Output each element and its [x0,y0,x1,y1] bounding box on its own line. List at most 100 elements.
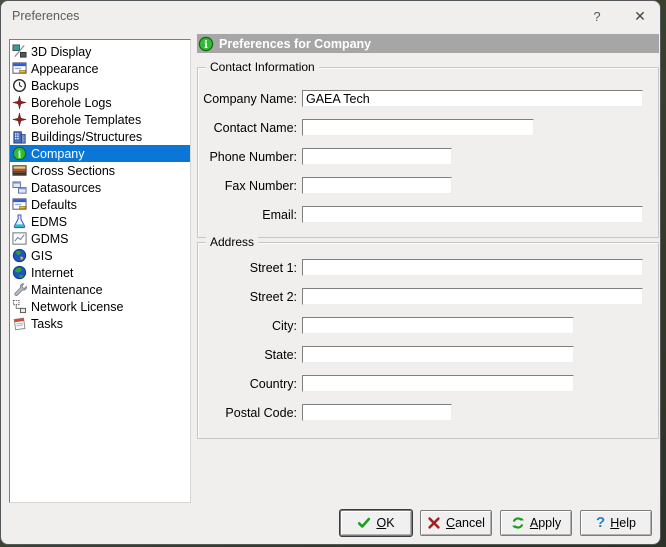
apply-button[interactable]: Apply [500,510,572,536]
sidebar-item-company[interactable]: i Company [10,145,190,162]
sidebar-item-borehole-templates[interactable]: Borehole Templates [10,111,190,128]
sidebar-item-borehole-logs[interactable]: Borehole Logs [10,94,190,111]
group-title: Contact Information [206,60,319,74]
state-label: State: [198,348,297,362]
sidebar-item-label: Defaults [31,198,77,212]
clock-icon [12,78,27,93]
titlebar-help-button[interactable]: ? [582,5,612,27]
cancel-button[interactable]: Cancel [420,510,492,536]
sidebar-item-label: Network License [31,300,123,314]
street_1-label: Street 1: [198,261,297,275]
button-label: Cancel [446,516,485,530]
sidebar-item-buildings-structures[interactable]: Buildings/Structures [10,128,190,145]
wrench-icon [12,282,27,297]
datasource-icon [12,180,27,195]
sidebar-item-label: Maintenance [31,283,103,297]
form-row: Country: [198,375,658,392]
form-row: Street 2: [198,288,658,305]
question-icon: ? [596,516,605,530]
street_2-label: Street 2: [198,290,297,304]
street_2-input[interactable] [302,288,643,305]
close-icon: ✕ [634,8,646,25]
sidebar-item-label: Borehole Templates [31,113,141,127]
line-chart-icon [12,231,27,246]
svg-text:i: i [204,40,208,51]
email-input[interactable] [302,206,643,223]
strata-icon [12,163,27,178]
refresh-icon [511,516,525,530]
group-title: Address [206,235,258,249]
sidebar-item-3d-display[interactable]: 3D Display [10,43,190,60]
sidebar-item-label: Backups [31,79,79,93]
sidebar-item-label: GDMS [31,232,69,246]
globe-icon [12,248,27,263]
form-row: State: [198,346,658,363]
sidebar-item-gis[interactable]: GIS [10,247,190,264]
sidebar-item-defaults[interactable]: Defaults [10,196,190,213]
contact_name-label: Contact Name: [198,121,297,135]
panel-header-title: Preferences for Company [219,37,371,51]
sidebar-item-edms[interactable]: EDMS [10,213,190,230]
sidebar-item-backups[interactable]: Backups [10,77,190,94]
question-icon: ? [593,9,600,24]
sidebar-item-tasks[interactable]: Tasks [10,315,190,332]
sidebar-item-maintenance[interactable]: Maintenance [10,281,190,298]
sidebar-item-label: EDMS [31,215,67,229]
street_1-input[interactable] [302,259,643,276]
phone_number-input[interactable] [302,148,452,165]
sidebar-item-network-license[interactable]: Network License [10,298,190,315]
sidebar-item-label: 3D Display [31,45,91,59]
fax_number-label: Fax Number: [198,179,297,193]
state-input[interactable] [302,346,574,363]
fax_number-input[interactable] [302,177,452,194]
sidebar-item-appearance[interactable]: Appearance [10,60,190,77]
phone_number-label: Phone Number: [198,150,297,164]
cross-icon [427,516,441,530]
sidebar-item-cross-sections[interactable]: Cross Sections [10,162,190,179]
sidebar-item-label: Tasks [31,317,63,331]
form-row: Postal Code: [198,404,658,421]
company_name-input[interactable] [302,90,643,107]
group-contact-information: Contact Information Company Name: Contac… [197,67,659,238]
borehole-star-icon [12,95,27,110]
button-label: Apply [530,516,561,530]
help-button[interactable]: ? Help [580,510,652,536]
sidebar-item-gdms[interactable]: GDMS [10,230,190,247]
building-icon [12,129,27,144]
dialog-button-row: OK Cancel Apply ? Help [340,510,652,536]
button-label: Help [610,516,636,530]
svg-text:i: i [18,149,22,160]
sidebar-item-label: Buildings/Structures [31,130,142,144]
city-input[interactable] [302,317,574,334]
preferences-dialog: Preferences ? ✕ 3D Display Appearance Ba… [0,0,661,545]
close-button[interactable]: ✕ [625,5,655,27]
city-label: City: [198,319,297,333]
postal_code-input[interactable] [302,404,452,421]
country-input[interactable] [302,375,574,392]
borehole-star-icon [12,112,27,127]
sidebar-item-datasources[interactable]: Datasources [10,179,190,196]
ok-button[interactable]: OK [340,510,412,536]
email-label: Email: [198,208,297,222]
sidebar-item-label: Datasources [31,181,101,195]
button-label: OK [376,516,394,530]
sidebar-listbox[interactable]: 3D Display Appearance Backups Borehole L… [9,39,191,503]
window-icon [12,61,27,76]
form-row: Email: [198,206,658,223]
cube-3d-icon [12,44,27,59]
check-icon [357,516,371,530]
info-icon: i [12,146,27,161]
sidebar-item-internet[interactable]: Internet [10,264,190,281]
form-row: Street 1: [198,259,658,276]
panel-header: i Preferences for Company [197,34,659,53]
network-icon [12,299,27,314]
desktop-background: Preferences ? ✕ 3D Display Appearance Ba… [0,0,666,547]
sidebar-item-label: GIS [31,249,53,263]
form-row: Contact Name: [198,119,658,136]
group-address: Address Street 1: Street 2: City: State:… [197,242,659,439]
contact_name-input[interactable] [302,119,534,136]
title-bar[interactable]: Preferences ? ✕ [1,1,660,33]
sidebar-item-label: Cross Sections [31,164,115,178]
globe-internet-icon [12,265,27,280]
form-row: Phone Number: [198,148,658,165]
